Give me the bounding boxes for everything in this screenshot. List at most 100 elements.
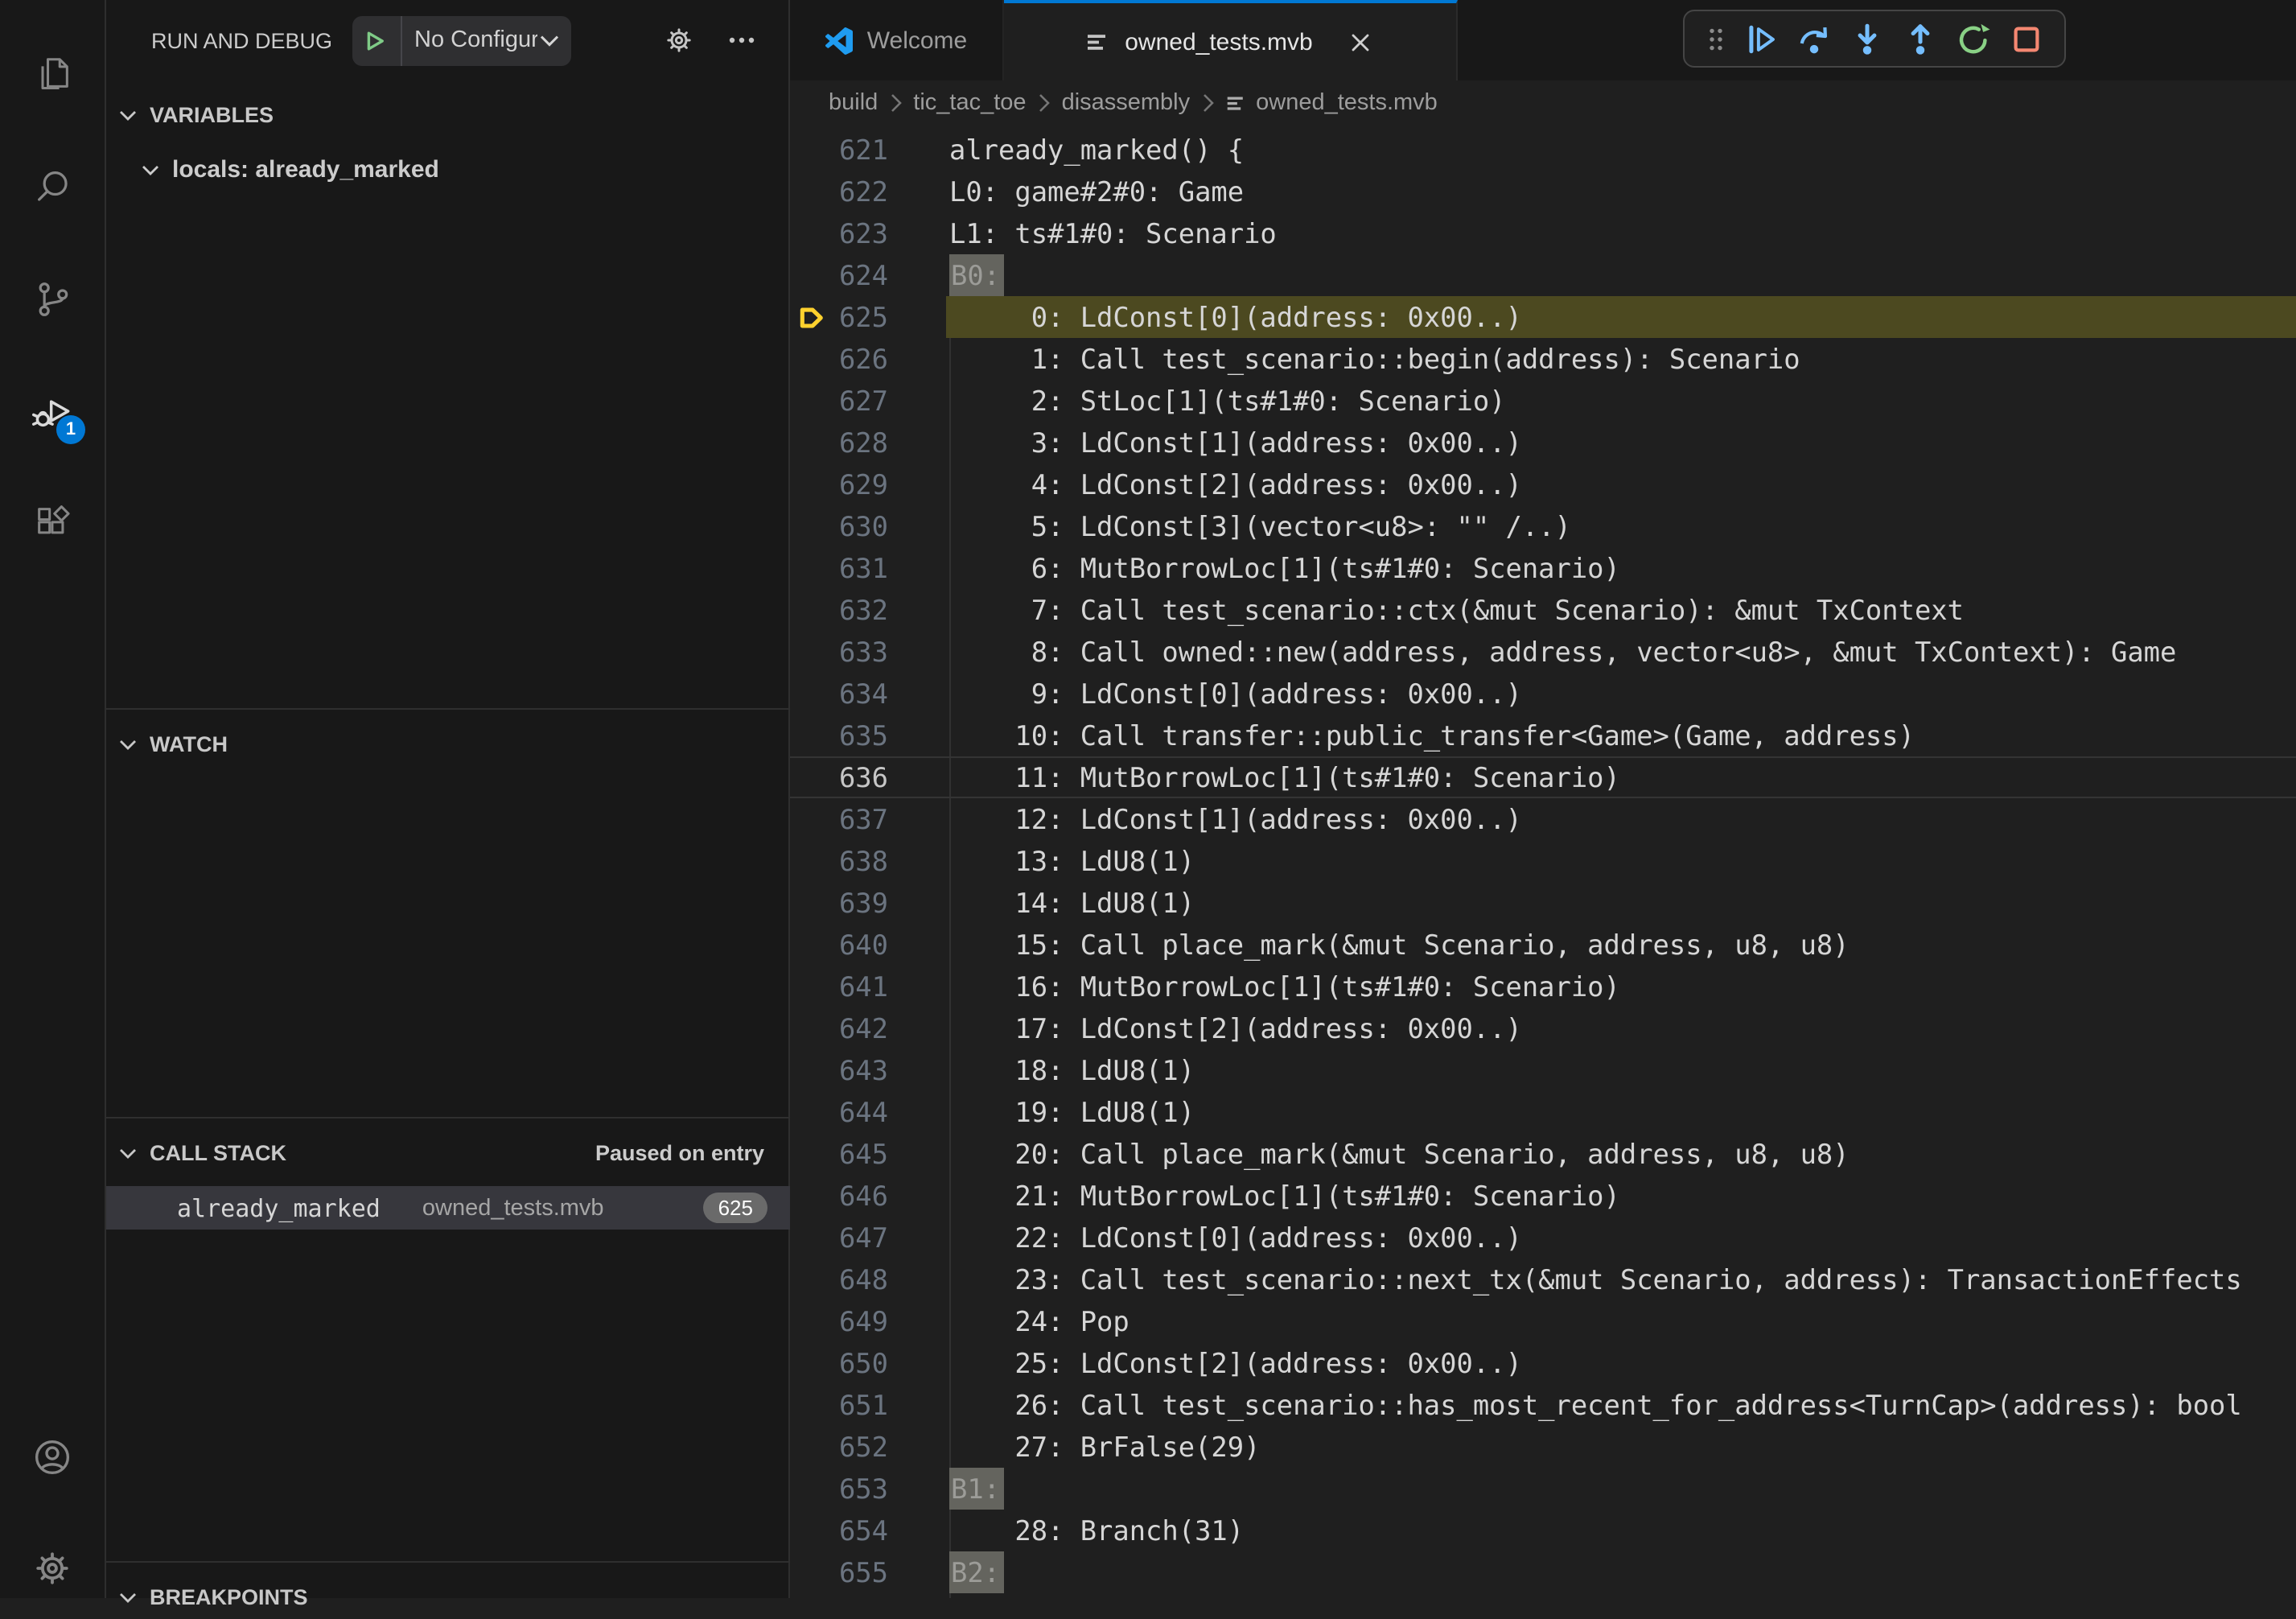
locals-tree-item[interactable]: locals: already_marked bbox=[106, 148, 790, 192]
line-number[interactable]: 654 bbox=[790, 1510, 946, 1551]
line-number[interactable]: 629 bbox=[790, 463, 946, 505]
line-number[interactable]: 652 bbox=[790, 1426, 946, 1468]
line-number[interactable]: 634 bbox=[790, 673, 946, 715]
settings-gear-icon[interactable] bbox=[0, 1529, 105, 1606]
step-into-icon[interactable] bbox=[1841, 14, 1894, 63]
start-debugging-control[interactable]: No Configura bbox=[352, 15, 570, 65]
line-text[interactable]: 20: Call place_mark(&mut Scenario, addre… bbox=[946, 1133, 2296, 1175]
line-number[interactable]: 642 bbox=[790, 1007, 946, 1049]
line-number[interactable]: 621 bbox=[790, 129, 946, 171]
line-text[interactable]: 28: Branch(31) bbox=[946, 1510, 2296, 1551]
line-number[interactable]: 632 bbox=[790, 589, 946, 631]
search-icon[interactable] bbox=[0, 148, 105, 225]
line-text[interactable]: 27: BrFalse(29) bbox=[946, 1426, 2296, 1468]
run-and-debug-icon[interactable]: 1 bbox=[0, 373, 105, 451]
line-number[interactable]: 640 bbox=[790, 924, 946, 966]
chevron-down-icon[interactable] bbox=[537, 33, 570, 47]
line-number[interactable]: 638 bbox=[790, 840, 946, 882]
line-text[interactable]: 8: Call owned::new(address, address, vec… bbox=[946, 631, 2296, 673]
breadcrumb-tic-tac-toe[interactable]: tic_tac_toe bbox=[913, 90, 1026, 116]
line-text[interactable]: 18: LdU8(1) bbox=[946, 1049, 2296, 1091]
line-text[interactable]: 2: StLoc[1](ts#1#0: Scenario) bbox=[946, 380, 2296, 422]
call-stack-header[interactable]: CALL STACK Paused on entry bbox=[106, 1118, 790, 1175]
tab-owned-tests[interactable]: owned_tests.mvb bbox=[1004, 0, 1458, 80]
tab-welcome[interactable]: Welcome bbox=[790, 0, 1004, 80]
line-number[interactable]: 630 bbox=[790, 505, 946, 547]
line-text[interactable]: 15: Call place_mark(&mut Scenario, addre… bbox=[946, 924, 2296, 966]
breadcrumb-disassembly[interactable]: disassembly bbox=[1062, 90, 1191, 116]
line-text[interactable]: 6: MutBorrowLoc[1](ts#1#0: Scenario) bbox=[946, 547, 2296, 589]
line-number[interactable]: 637 bbox=[790, 798, 946, 840]
line-number[interactable]: 633 bbox=[790, 631, 946, 673]
stack-frame-row[interactable]: already_marked owned_tests.mvb 625 bbox=[106, 1186, 790, 1230]
line-text[interactable]: 11: MutBorrowLoc[1](ts#1#0: Scenario) bbox=[946, 756, 2296, 798]
line-text[interactable]: 16: MutBorrowLoc[1](ts#1#0: Scenario) bbox=[946, 966, 2296, 1007]
explorer-icon[interactable] bbox=[0, 34, 105, 111]
line-number[interactable]: 636 bbox=[790, 756, 946, 798]
line-number[interactable]: 650 bbox=[790, 1342, 946, 1384]
accounts-icon[interactable] bbox=[0, 1418, 105, 1495]
line-text[interactable]: 26: Call test_scenario::has_most_recent_… bbox=[946, 1384, 2296, 1426]
close-icon[interactable] bbox=[1347, 28, 1374, 56]
line-number[interactable]: 631 bbox=[790, 547, 946, 589]
line-text[interactable]: 21: MutBorrowLoc[1](ts#1#0: Scenario) bbox=[946, 1175, 2296, 1217]
line-number[interactable]: 628 bbox=[790, 422, 946, 463]
line-number[interactable]: 627 bbox=[790, 380, 946, 422]
continue-icon[interactable] bbox=[1734, 14, 1788, 63]
breakpoints-header[interactable]: BREAKPOINTS bbox=[106, 1563, 790, 1619]
line-text[interactable]: 17: LdConst[2](address: 0x00..) bbox=[946, 1007, 2296, 1049]
line-number[interactable]: 648 bbox=[790, 1259, 946, 1300]
breadcrumb-build[interactable]: build bbox=[829, 90, 878, 116]
line-text[interactable]: 0: LdConst[0](address: 0x00..) bbox=[946, 296, 2296, 338]
line-number[interactable]: 643 bbox=[790, 1049, 946, 1091]
line-text[interactable]: 24: Pop bbox=[946, 1300, 2296, 1342]
line-text[interactable]: B0: bbox=[946, 254, 2296, 296]
watch-header[interactable]: WATCH bbox=[106, 710, 790, 766]
line-text[interactable]: 22: LdConst[0](address: 0x00..) bbox=[946, 1217, 2296, 1259]
debug-settings-gear-icon[interactable] bbox=[663, 24, 695, 56]
line-number[interactable]: 649 bbox=[790, 1300, 946, 1342]
debug-config-label[interactable]: No Configura bbox=[401, 27, 537, 53]
variables-header[interactable]: VARIABLES bbox=[106, 80, 790, 137]
step-over-icon[interactable] bbox=[1788, 14, 1841, 63]
breadcrumb-file[interactable]: owned_tests.mvb bbox=[1225, 90, 1438, 116]
line-text[interactable]: 9: LdConst[0](address: 0x00..) bbox=[946, 673, 2296, 715]
line-text[interactable]: 10: Call transfer::public_transfer<Game>… bbox=[946, 715, 2296, 756]
line-text[interactable]: 23: Call test_scenario::next_tx(&mut Sce… bbox=[946, 1259, 2296, 1300]
line-number[interactable]: 645 bbox=[790, 1133, 946, 1175]
line-text[interactable]: 4: LdConst[2](address: 0x00..) bbox=[946, 463, 2296, 505]
line-text[interactable]: 12: LdConst[1](address: 0x00..) bbox=[946, 798, 2296, 840]
line-number[interactable]: 646 bbox=[790, 1175, 946, 1217]
line-number[interactable]: 655 bbox=[790, 1551, 946, 1593]
line-number[interactable]: 635 bbox=[790, 715, 946, 756]
line-text[interactable]: L1: ts#1#0: Scenario bbox=[946, 212, 2296, 254]
line-text[interactable]: 3: LdConst[1](address: 0x00..) bbox=[946, 422, 2296, 463]
line-number[interactable]: 623 bbox=[790, 212, 946, 254]
line-text[interactable]: L0: game#2#0: Game bbox=[946, 171, 2296, 212]
more-actions-icon[interactable] bbox=[727, 35, 756, 45]
line-text[interactable]: 13: LdU8(1) bbox=[946, 840, 2296, 882]
start-debug-play-icon[interactable] bbox=[352, 15, 401, 65]
restart-icon[interactable] bbox=[1947, 14, 2000, 63]
line-number[interactable]: 624 bbox=[790, 254, 946, 296]
source-control-icon[interactable] bbox=[0, 261, 105, 338]
line-text[interactable]: already_marked() { bbox=[946, 129, 2296, 171]
line-number[interactable]: 644 bbox=[790, 1091, 946, 1133]
line-text[interactable]: 5: LdConst[3](vector<u8>: "" /..) bbox=[946, 505, 2296, 547]
extensions-icon[interactable] bbox=[0, 484, 105, 562]
line-number[interactable]: 653 bbox=[790, 1468, 946, 1510]
line-text[interactable]: 1: Call test_scenario::begin(address): S… bbox=[946, 338, 2296, 380]
line-number[interactable]: 626 bbox=[790, 338, 946, 380]
line-number[interactable]: 641 bbox=[790, 966, 946, 1007]
line-text[interactable]: 7: Call test_scenario::ctx(&mut Scenario… bbox=[946, 589, 2296, 631]
stop-icon[interactable] bbox=[2000, 14, 2053, 63]
toolbar-drag-handle-icon[interactable] bbox=[1696, 14, 1734, 63]
line-text[interactable]: B1: bbox=[946, 1468, 2296, 1510]
line-number[interactable]: 622 bbox=[790, 171, 946, 212]
line-text[interactable]: 19: LdU8(1) bbox=[946, 1091, 2296, 1133]
line-number[interactable]: 647 bbox=[790, 1217, 946, 1259]
step-out-icon[interactable] bbox=[1894, 14, 1947, 63]
line-text[interactable]: 14: LdU8(1) bbox=[946, 882, 2296, 924]
line-number[interactable]: 639 bbox=[790, 882, 946, 924]
line-number[interactable]: 651 bbox=[790, 1384, 946, 1426]
